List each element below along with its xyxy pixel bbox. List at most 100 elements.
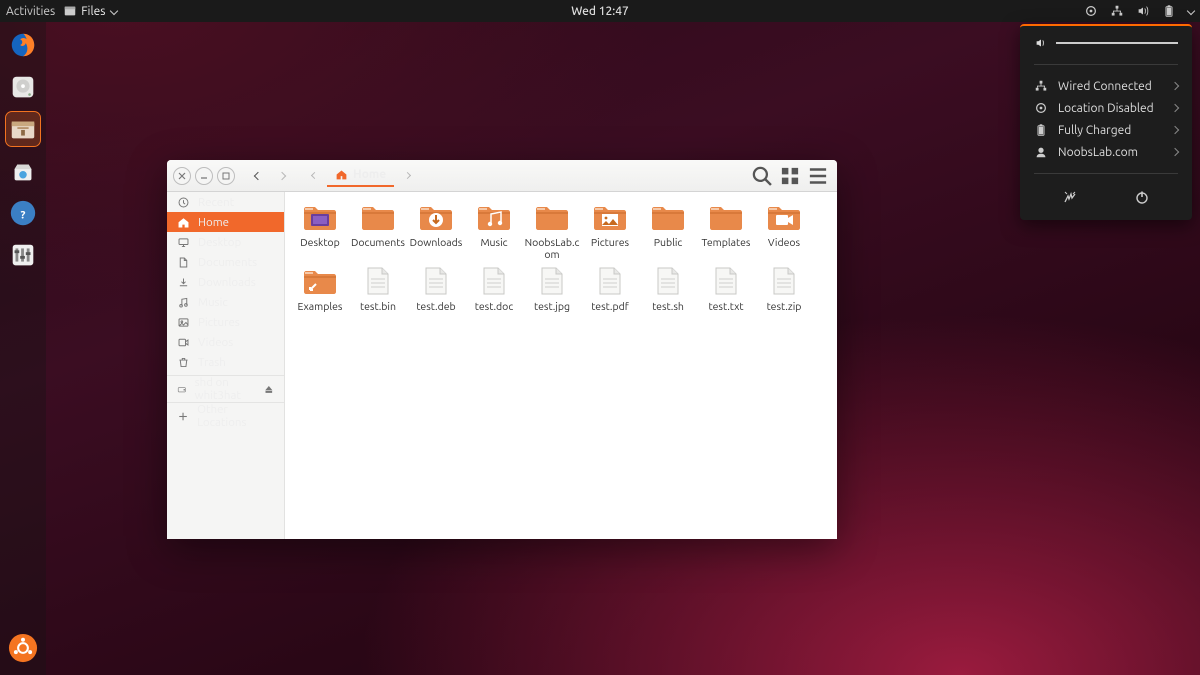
file-label: test.doc (475, 300, 513, 312)
sidebar-item-desktop[interactable]: Desktop (167, 232, 284, 252)
dock-files[interactable] (6, 112, 40, 146)
system-menu-label: Wired Connected (1058, 80, 1162, 93)
sidebar-mount[interactable]: shd on whit3hat (167, 379, 284, 399)
volume-slider-row (1020, 36, 1192, 54)
close-button[interactable] (173, 167, 191, 185)
file-icon (532, 264, 572, 298)
file-label: Music (480, 236, 507, 248)
file-label: test.jpg (534, 300, 570, 312)
dock-firefox[interactable] (6, 28, 40, 62)
system-menu-location[interactable]: Location Disabled (1020, 97, 1192, 119)
file-label: NoobsLab.com (524, 236, 580, 260)
dock-disks[interactable] (6, 70, 40, 104)
file-item[interactable]: Templates (697, 200, 755, 260)
folder-icon (416, 200, 456, 234)
file-label: Templates (702, 236, 751, 248)
folder-icon (590, 200, 630, 234)
download-icon (177, 276, 190, 289)
sidebar-item-label: Recent (198, 196, 234, 209)
desktop-icon (177, 236, 190, 249)
activities-button[interactable]: Activities (6, 5, 55, 18)
file-label: Pictures (591, 236, 629, 248)
sidebar-item-home[interactable]: Home (167, 212, 284, 232)
system-menu-battery[interactable]: Fully Charged (1020, 119, 1192, 141)
path-prev-button[interactable] (303, 164, 325, 188)
volume-slider[interactable] (1056, 42, 1178, 44)
show-applications-button[interactable] (6, 631, 40, 665)
file-item[interactable]: Public (639, 200, 697, 260)
system-menu-user[interactable]: NoobsLab.com (1020, 141, 1192, 163)
network-icon (1110, 4, 1124, 18)
home-icon (177, 216, 190, 229)
file-item[interactable]: Downloads (407, 200, 465, 260)
file-item[interactable]: test.pdf (581, 264, 639, 312)
hamburger-menu-button[interactable] (805, 164, 831, 188)
file-item[interactable]: Music (465, 200, 523, 260)
sidebar-item-trash[interactable]: Trash (167, 352, 284, 372)
sidebar-item-label: Pictures (198, 316, 240, 329)
file-label: test.pdf (591, 300, 629, 312)
trash-icon (177, 356, 190, 369)
system-menu: Wired Connected Location DisabledFully Ch… (1020, 24, 1192, 220)
folder-icon (648, 200, 688, 234)
sidebar-item-label: Documents (198, 256, 257, 269)
clock[interactable]: Wed 12:47 (571, 5, 629, 18)
file-item[interactable]: test.deb (407, 264, 465, 312)
file-item[interactable]: Videos (755, 200, 813, 260)
separator (1034, 173, 1178, 174)
files-content[interactable]: DesktopDocumentsDownloads Music NoobsLab.c… (285, 192, 837, 539)
sidebar-item-videos[interactable]: Videos (167, 332, 284, 352)
battery-icon (1034, 123, 1048, 137)
sidebar-other-locations[interactable]: Other Locations (167, 406, 284, 426)
app-menu-label: Files (81, 5, 105, 18)
battery-icon (1162, 4, 1176, 18)
maximize-button[interactable] (217, 167, 235, 185)
clock-icon (177, 196, 190, 209)
sidebar-item-pictures[interactable]: Pictures (167, 312, 284, 332)
status-area[interactable] (1084, 4, 1194, 18)
sidebar-item-downloads[interactable]: Downloads (167, 272, 284, 292)
sidebar-item-recent[interactable]: Recent (167, 192, 284, 212)
view-options-button[interactable] (777, 164, 803, 188)
file-item[interactable]: test.jpg (523, 264, 581, 312)
path-home-button[interactable]: Home (327, 164, 394, 187)
sidebar-item-label: Desktop (198, 236, 241, 249)
settings-button[interactable] (1059, 186, 1081, 208)
file-item[interactable]: Examples (291, 264, 349, 312)
file-item[interactable]: test.sh (639, 264, 697, 312)
file-item[interactable]: Pictures (581, 200, 639, 260)
path-label: Home (353, 168, 386, 181)
file-item[interactable]: Desktop (291, 200, 349, 260)
file-item[interactable]: NoobsLab.com (523, 200, 581, 260)
chevron-right-icon (1171, 104, 1179, 112)
plus-icon (177, 410, 189, 423)
file-item[interactable]: test.txt (697, 264, 755, 312)
file-label: Videos (768, 236, 800, 248)
power-button[interactable] (1131, 186, 1153, 208)
system-menu-network[interactable]: Wired Connected (1020, 75, 1192, 97)
dock-tweaks[interactable] (6, 238, 40, 272)
dock-help[interactable]: ? (6, 196, 40, 230)
sidebar-item-documents[interactable]: Documents (167, 252, 284, 272)
app-menu[interactable]: Files (63, 4, 117, 18)
file-item[interactable]: test.zip (755, 264, 813, 312)
file-label: test.txt (708, 300, 743, 312)
folder-icon (300, 200, 340, 234)
path-next-button[interactable] (396, 164, 418, 188)
minimize-button[interactable] (195, 167, 213, 185)
eject-icon[interactable] (264, 383, 274, 396)
file-item[interactable]: test.doc (465, 264, 523, 312)
file-item[interactable]: test.bin (349, 264, 407, 312)
file-item[interactable]: Documents (349, 200, 407, 260)
forward-button[interactable] (271, 164, 293, 188)
doc-icon (177, 256, 190, 269)
dock: ? (0, 22, 46, 675)
sidebar-item-label: Other Locations (197, 403, 274, 429)
search-button[interactable] (749, 164, 775, 188)
file-label: test.sh (652, 300, 684, 312)
sidebar-item-music[interactable]: Music (167, 292, 284, 312)
back-button[interactable] (247, 164, 269, 188)
home-icon (335, 168, 348, 181)
dock-software[interactable] (6, 154, 40, 188)
music-icon (177, 296, 190, 309)
